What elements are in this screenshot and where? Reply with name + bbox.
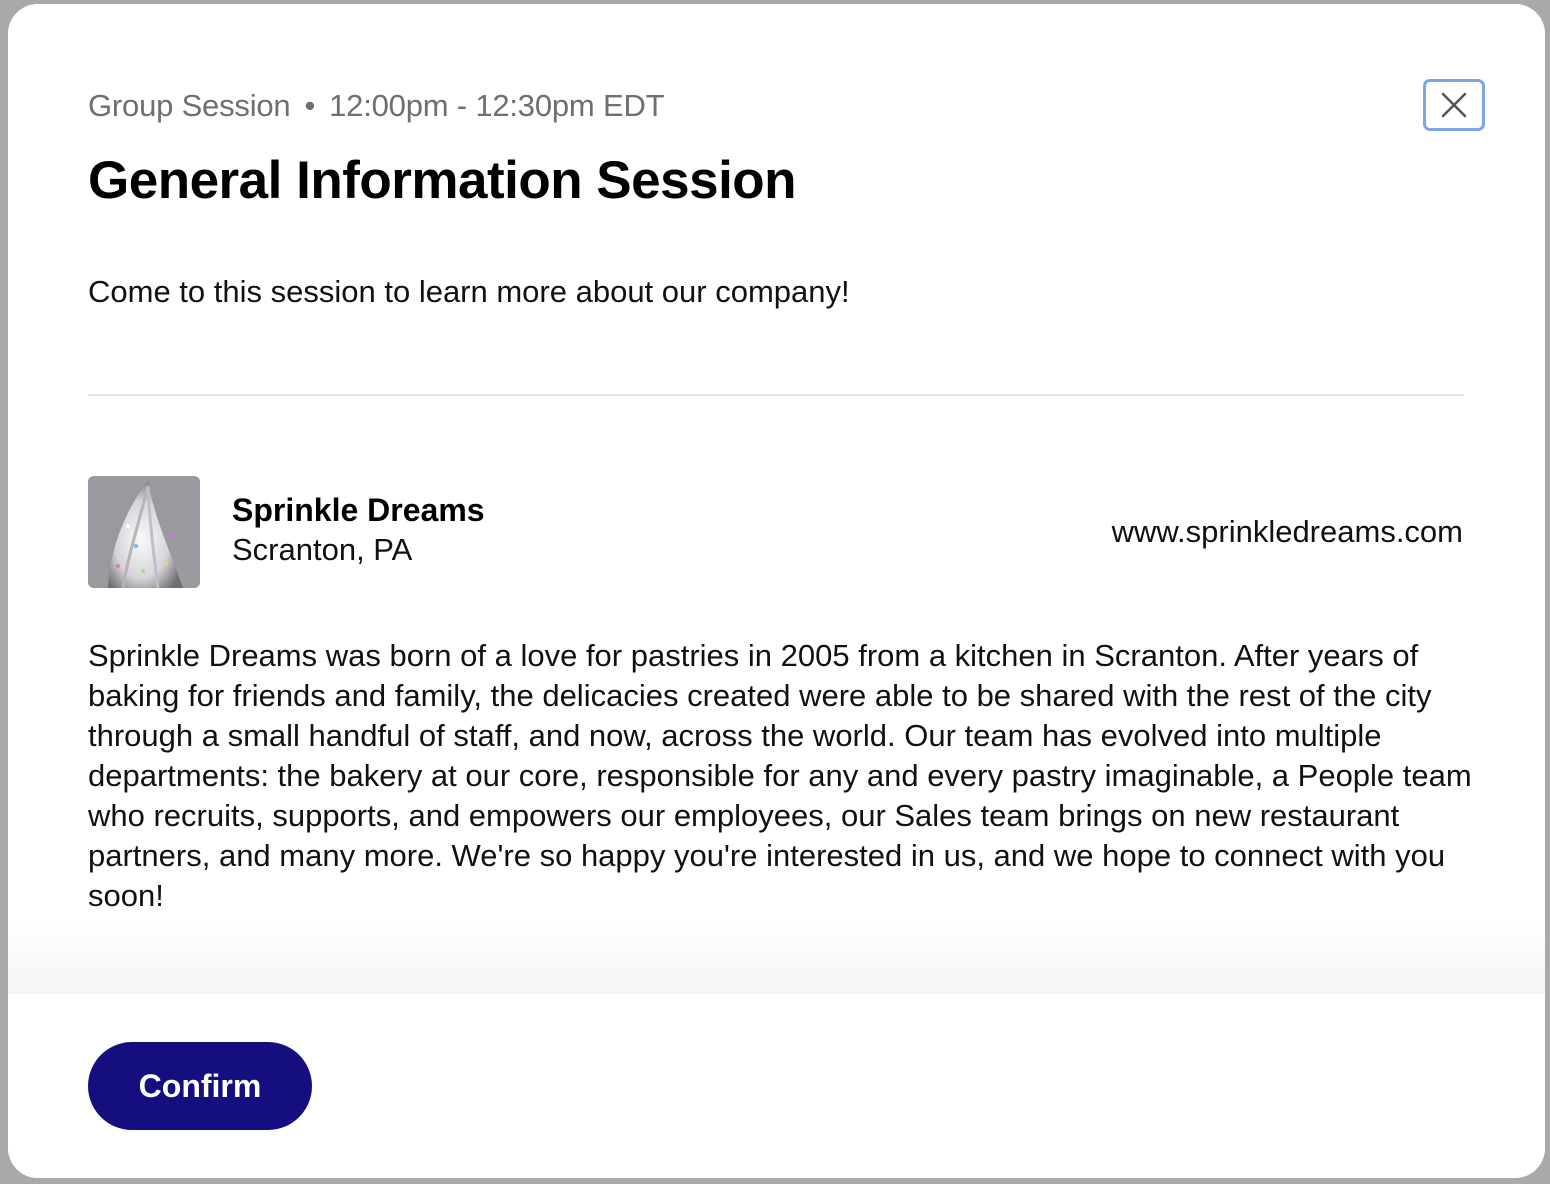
session-time: 12:00pm - 12:30pm EDT xyxy=(329,88,665,123)
session-title: General Information Session xyxy=(88,151,797,210)
pastry-image xyxy=(88,476,200,588)
modal-body: Group Session • 12:00pm - 12:30pm EDT Gene… xyxy=(8,4,1545,994)
company-logo xyxy=(88,476,200,588)
company-location: Scranton, PA xyxy=(232,532,413,567)
session-type: Group Session xyxy=(88,88,291,123)
meta-separator: • xyxy=(304,88,316,123)
modal-footer: Confirm xyxy=(8,994,1545,1178)
company-name: Sprinkle Dreams xyxy=(232,492,485,528)
session-details-modal: Group Session • 12:00pm - 12:30pm EDT Gene… xyxy=(8,4,1545,1178)
confirm-button[interactable]: Confirm xyxy=(88,1042,312,1130)
session-description: Come to this session to learn more about… xyxy=(88,274,850,309)
divider xyxy=(88,394,1464,396)
company-website: www.sprinkledreams.com xyxy=(1111,514,1463,549)
close-icon xyxy=(1441,92,1467,118)
session-meta: Group Session • 12:00pm - 12:30pm EDT xyxy=(88,88,665,124)
close-button[interactable] xyxy=(1423,79,1485,131)
company-about: Sprinkle Dreams was born of a love for p… xyxy=(88,638,1472,913)
